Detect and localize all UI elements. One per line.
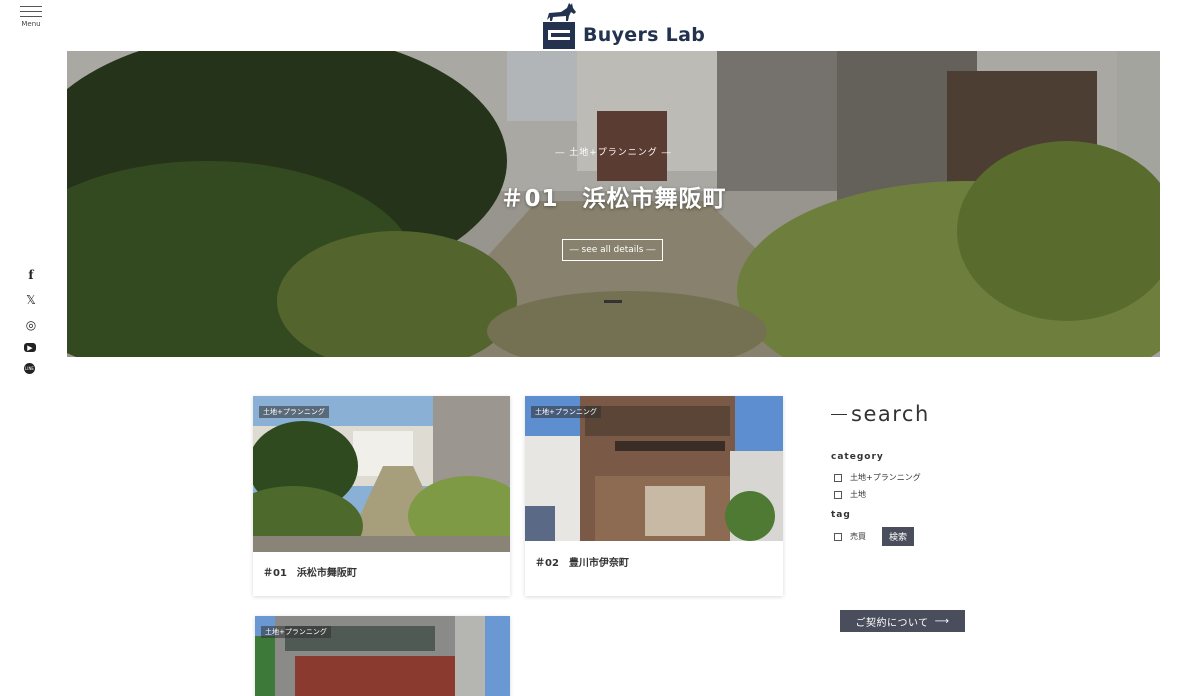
menu-label: Menu xyxy=(21,20,41,28)
tag-label: tag xyxy=(831,510,851,520)
card-category-tag: 土地+プランニング xyxy=(531,406,601,418)
search-button[interactable]: 検索 xyxy=(882,527,915,546)
category-label: category xyxy=(831,452,884,462)
youtube-icon[interactable]: ▶ xyxy=(24,343,36,352)
card-category-tag: 土地+プランニング xyxy=(261,626,331,638)
property-image xyxy=(253,396,510,552)
contract-info-button[interactable]: ご契約について ⟶ xyxy=(840,610,965,632)
category-checkbox[interactable]: 土地+プランニング xyxy=(831,472,971,483)
checkbox-icon[interactable] xyxy=(834,473,842,482)
instagram-icon[interactable]: ◎ xyxy=(24,318,38,332)
card-title: ＃01 浜松市舞阪町 xyxy=(263,568,357,579)
hero-slider[interactable]: ― 土地+プランニング ― ＃01 浜松市舞阪町 ― see all detai… xyxy=(67,51,1160,357)
menu-button[interactable]: Menu xyxy=(20,2,42,28)
tag-checkbox[interactable]: 売買 xyxy=(831,531,866,542)
hero-category: ― 土地+プランニング ― xyxy=(555,148,672,158)
search-heading: search xyxy=(831,402,971,426)
hamburger-icon xyxy=(20,16,42,17)
slider-indicator[interactable] xyxy=(604,300,622,303)
property-card[interactable]: 土地+プランニング ＃01 浜松市舞阪町 xyxy=(253,396,510,596)
search-sidebar: search category 土地+プランニング 土地 tag 売買 検索 xyxy=(831,402,971,546)
facebook-icon[interactable]: f xyxy=(24,268,38,282)
social-links: f 𝕏 ◎ ▶ LINE xyxy=(24,268,38,385)
category-checkbox[interactable]: 土地 xyxy=(831,489,971,500)
checkbox-icon[interactable] xyxy=(834,490,842,499)
hamburger-icon xyxy=(20,6,42,7)
card-title: ＃02 豊川市伊奈町 xyxy=(535,558,629,569)
checkbox-icon[interactable] xyxy=(834,532,842,541)
property-card[interactable]: 土地+プランニング xyxy=(255,616,510,696)
card-category-tag: 土地+プランニング xyxy=(259,406,329,418)
logo-text: Buyers Lab xyxy=(583,24,706,46)
see-all-details-button[interactable]: ― see all details ― xyxy=(562,239,663,261)
x-icon[interactable]: 𝕏 xyxy=(24,293,38,307)
hamburger-icon xyxy=(20,11,42,12)
logo[interactable]: Buyers Lab xyxy=(541,2,705,49)
hero-title: ＃01 浜松市舞阪町 xyxy=(500,186,727,212)
line-icon[interactable]: LINE xyxy=(24,363,35,374)
property-card[interactable]: 土地+プランニング ＃02 豊川市伊奈町 xyxy=(525,396,783,596)
goat-logo-icon xyxy=(543,3,576,49)
arrow-right-icon: ⟶ xyxy=(934,615,950,627)
